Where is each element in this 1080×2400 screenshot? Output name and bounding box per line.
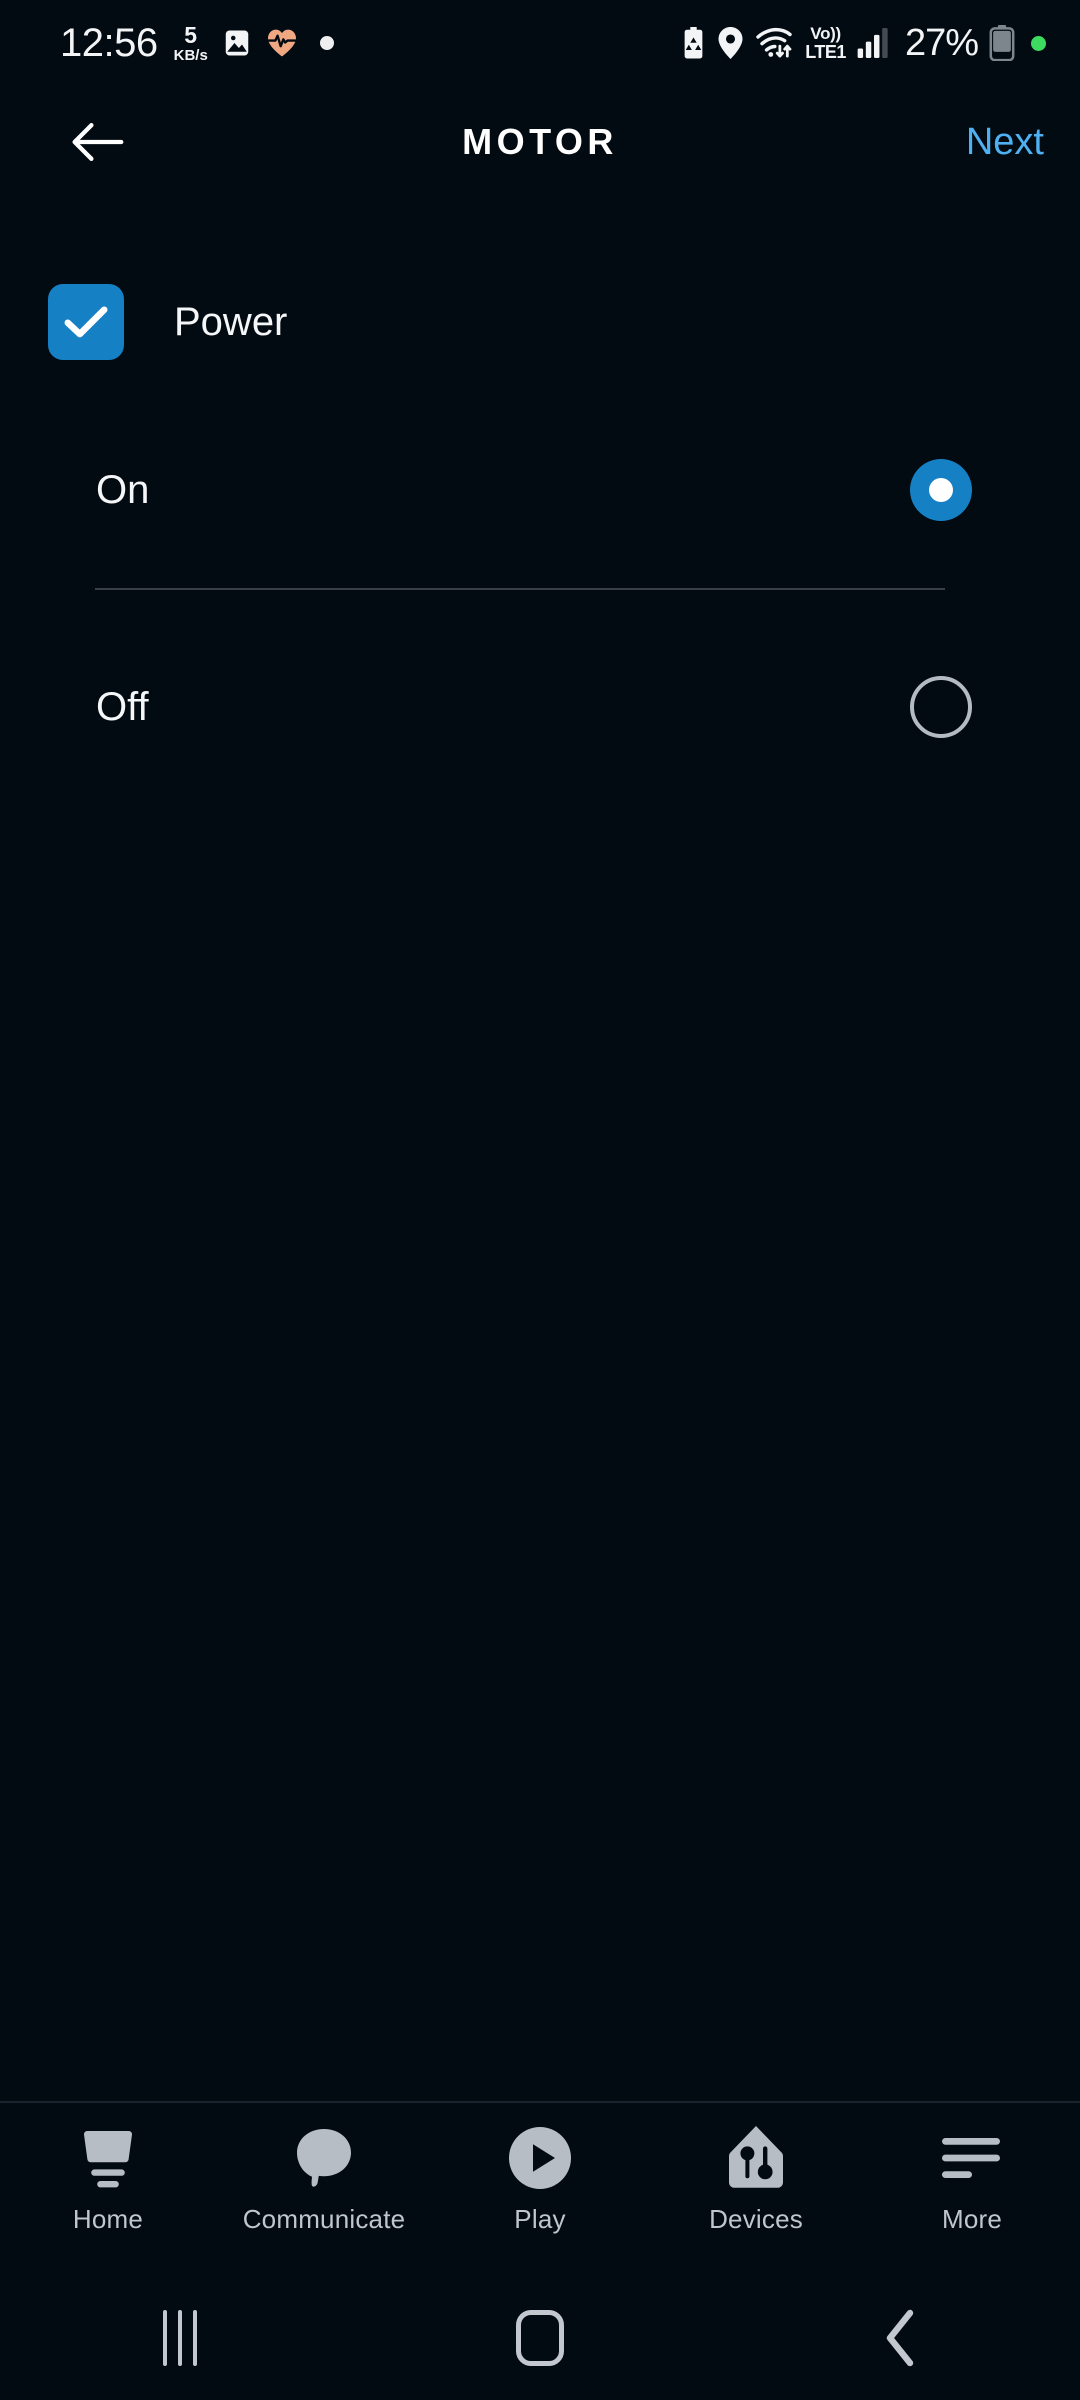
tab-label-home: Home (72, 2204, 144, 2234)
nav-back-button[interactable] (720, 2275, 1080, 2400)
location-pin-icon (718, 27, 743, 59)
nav-recents-button[interactable] (0, 2275, 360, 2400)
network-speed-unit: KB/s (173, 46, 208, 64)
home-icon (76, 2121, 140, 2195)
play-circle-icon (507, 2121, 573, 2195)
tab-home[interactable]: Home (0, 2103, 216, 2275)
battery-icon (989, 25, 1015, 61)
option-label-on: On (96, 467, 150, 512)
recents-icon (163, 2309, 197, 2366)
checkmark-icon (64, 306, 108, 338)
power-group-header: Power (0, 272, 1080, 372)
page-title: MOTOR (462, 121, 618, 162)
camera-active-indicator (1031, 35, 1046, 51)
option-label-off: Off (96, 684, 149, 729)
android-nav-bar (0, 2275, 1080, 2400)
power-group-label: Power (174, 299, 288, 344)
heart-rate-icon (266, 28, 298, 58)
status-bar-right: Vo)) LTE1 27% (680, 22, 1046, 65)
menu-lines-icon (940, 2121, 1004, 2195)
option-row-on[interactable]: On (0, 415, 1080, 565)
status-bar-left: 12:56 5 KB/s (60, 23, 334, 63)
tab-more[interactable]: More (864, 2103, 1080, 2275)
tab-play[interactable]: Play (432, 2103, 648, 2275)
tab-label-more: More (941, 2204, 1003, 2234)
option-row-off[interactable]: Off (0, 632, 1080, 782)
volte-indicator: Vo)) LTE1 (805, 25, 846, 61)
bottom-tab-bar: Home Communicate Play Devices More (0, 2103, 1080, 2275)
next-button[interactable]: Next (966, 86, 1044, 198)
battery-saver-icon (680, 27, 707, 59)
status-clock: 12:56 (60, 21, 158, 65)
battery-percent-label: 27% (904, 21, 979, 64)
speech-bubble-icon (293, 2121, 355, 2195)
radio-button-on[interactable] (910, 459, 972, 521)
phone-screen: 12:56 5 KB/s Vo)) LTE1 27% MOTOR Next Po… (0, 0, 1080, 2400)
volte-top-label: Vo)) (810, 24, 841, 43)
back-chevron-icon (886, 2309, 914, 2366)
status-bar: 12:56 5 KB/s Vo)) LTE1 27% (0, 0, 1080, 86)
tab-devices[interactable]: Devices (648, 2103, 864, 2275)
devices-house-icon (725, 2121, 787, 2195)
wifi-data-transfer-icon (754, 27, 794, 59)
radio-button-off[interactable] (910, 676, 972, 738)
white-dot-indicator (319, 36, 334, 50)
options-divider (95, 588, 945, 590)
tab-label-devices: Devices (709, 2204, 803, 2234)
app-bar: MOTOR Next (0, 86, 1080, 198)
tab-communicate[interactable]: Communicate (216, 2103, 432, 2275)
nav-home-button[interactable] (360, 2275, 720, 2400)
cellular-signal-icon (857, 28, 891, 58)
network-speed-indicator: 5 KB/s (173, 21, 208, 64)
volte-bottom-label: LTE1 (805, 42, 846, 62)
tab-label-play: Play (514, 2204, 566, 2234)
network-speed-value: 5 (184, 21, 198, 48)
tab-label-communicate: Communicate (242, 2204, 406, 2234)
home-square-icon (516, 2309, 564, 2366)
power-checkbox[interactable] (48, 284, 124, 360)
gallery-icon (222, 28, 252, 58)
